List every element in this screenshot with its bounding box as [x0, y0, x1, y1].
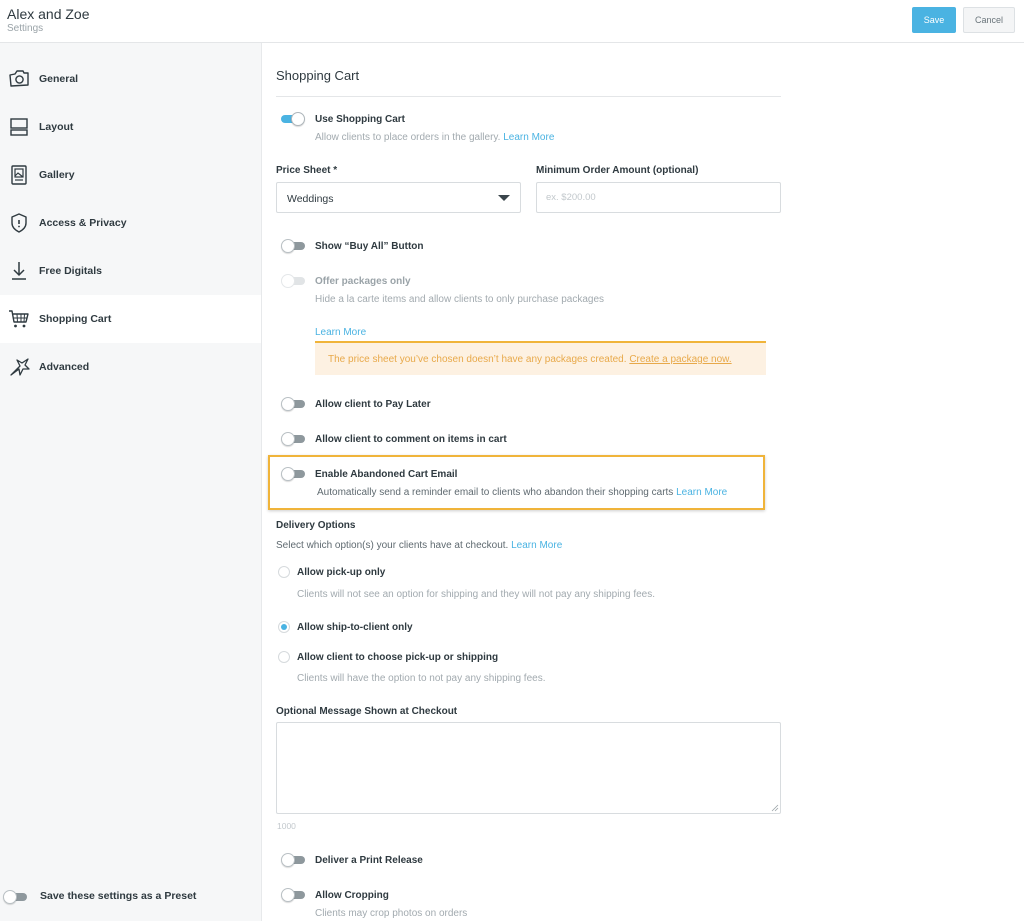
cancel-button[interactable]: Cancel: [963, 7, 1015, 33]
section-title: Shopping Cart: [276, 68, 360, 83]
chevron-down-icon: [498, 195, 510, 201]
price-sheet-value: Weddings: [287, 193, 334, 205]
camera-icon: [8, 68, 30, 90]
sidebar-item-label: Layout: [39, 121, 74, 133]
radio-ship-only[interactable]: [278, 621, 290, 633]
abandoned-cart-desc: Automatically send a reminder email to c…: [317, 487, 727, 498]
sidebar-item-layout[interactable]: Layout: [0, 103, 261, 151]
checkout-message-textarea[interactable]: [276, 722, 781, 814]
buy-all-toggle[interactable]: [281, 239, 305, 253]
delivery-title: Delivery Options: [276, 520, 356, 531]
page-subtitle: Settings: [7, 23, 44, 34]
abandoned-learn-more-link[interactable]: Learn More: [676, 487, 727, 498]
brand: Alex and Zoe Settings: [7, 6, 90, 34]
cropping-label: Allow Cropping: [315, 890, 389, 901]
sidebar-item-label: Access & Privacy: [39, 217, 127, 229]
packages-learn-more-link[interactable]: Learn More: [315, 327, 366, 338]
sidebar-item-label: Gallery: [39, 169, 75, 181]
use-cart-toggle[interactable]: [281, 112, 305, 126]
cropping-desc: Clients may crop photos on orders: [315, 908, 468, 919]
print-release-label: Deliver a Print Release: [315, 855, 423, 866]
pickup-only-label: Allow pick-up only: [297, 567, 386, 578]
wand-icon: [8, 356, 30, 378]
sidebar-item-label: Free Digitals: [39, 265, 103, 277]
use-cart-label: Use Shopping Cart: [315, 114, 406, 125]
sidebar-item-access-privacy[interactable]: Access & Privacy: [0, 199, 261, 247]
pickup-only-desc: Clients will not see an option for shipp…: [297, 589, 655, 600]
cropping-toggle[interactable]: [281, 888, 305, 902]
message-label: Optional Message Shown at Checkout: [276, 706, 458, 717]
sidebar-item-free-digitals[interactable]: Free Digitals: [0, 247, 261, 295]
price-sheet-select[interactable]: Weddings: [276, 182, 521, 213]
download-icon: [8, 260, 30, 282]
delivery-learn-more-link[interactable]: Learn More: [511, 540, 562, 551]
use-cart-learn-more-link[interactable]: Learn More: [503, 132, 554, 143]
print-release-toggle[interactable]: [281, 853, 305, 867]
packages-warning: The price sheet you’ve chosen doesn’t ha…: [315, 343, 766, 375]
ship-only-label: Allow ship-to-client only: [297, 622, 413, 633]
radio-pickup-only[interactable]: [278, 566, 290, 578]
sidebar-item-shopping-cart[interactable]: Shopping Cart: [0, 295, 261, 343]
warning-message: The price sheet you’ve chosen doesn’t ha…: [328, 354, 627, 365]
packages-only-desc: Hide a la carte items and allow clients …: [315, 294, 605, 305]
char-counter: 1000: [277, 821, 296, 831]
save-button[interactable]: Save: [912, 7, 956, 33]
choose-label: Allow client to choose pick-up or shippi…: [297, 652, 499, 663]
price-sheet-label: Price Sheet *: [276, 165, 338, 176]
sidebar: General Layout Gallery Access & Privacy …: [0, 43, 262, 921]
sidebar-item-label: Advanced: [39, 361, 90, 373]
app-header: Alex and Zoe Settings Save Cancel: [0, 0, 1024, 43]
pay-later-toggle[interactable]: [281, 397, 305, 411]
abandoned-cart-desc-text: Automatically send a reminder email to c…: [317, 487, 674, 498]
gallery-title: Alex and Zoe: [7, 6, 90, 22]
sidebar-item-label: General: [39, 73, 79, 85]
layout-icon: [8, 116, 30, 138]
choose-desc: Clients will have the option to not pay …: [297, 673, 546, 684]
use-cart-desc-text: Allow clients to place orders in the gal…: [315, 132, 501, 143]
min-order-label: Minimum Order Amount (optional): [536, 165, 699, 176]
sidebar-item-general[interactable]: General: [0, 55, 261, 103]
delivery-desc-text: Select which option(s) your clients have…: [276, 540, 509, 551]
resize-handle-icon[interactable]: [771, 803, 779, 812]
abandoned-cart-toggle[interactable]: [281, 467, 305, 481]
warning-text: The price sheet you’ve chosen doesn’t ha…: [328, 354, 732, 365]
delivery-desc: Select which option(s) your clients have…: [276, 540, 562, 551]
cart-icon: [8, 308, 30, 330]
abandoned-cart-highlight: [268, 455, 765, 510]
packages-only-label: Offer packages only: [315, 276, 411, 287]
comment-toggle[interactable]: [281, 432, 305, 446]
sidebar-item-label: Shopping Cart: [39, 313, 112, 325]
preset-label: Save these settings as a Preset: [40, 890, 197, 902]
comment-label: Allow client to comment on items in cart: [315, 434, 507, 445]
sidebar-item-advanced[interactable]: Advanced: [0, 343, 261, 391]
abandoned-cart-label: Enable Abandoned Cart Email: [315, 469, 458, 480]
buy-all-label: Show “Buy All” Button: [315, 241, 424, 252]
sidebar-item-gallery[interactable]: Gallery: [0, 151, 261, 199]
preset-toggle[interactable]: [3, 890, 27, 904]
shield-icon: [8, 212, 30, 234]
section-divider: [276, 96, 781, 97]
create-package-link[interactable]: Create a package now.: [629, 354, 731, 365]
min-order-input[interactable]: [536, 182, 781, 213]
gallery-icon: [8, 164, 30, 186]
pay-later-label: Allow client to Pay Later: [315, 399, 431, 410]
use-cart-desc: Allow clients to place orders in the gal…: [315, 132, 554, 143]
packages-only-toggle[interactable]: [281, 274, 305, 288]
radio-choose[interactable]: [278, 651, 290, 663]
